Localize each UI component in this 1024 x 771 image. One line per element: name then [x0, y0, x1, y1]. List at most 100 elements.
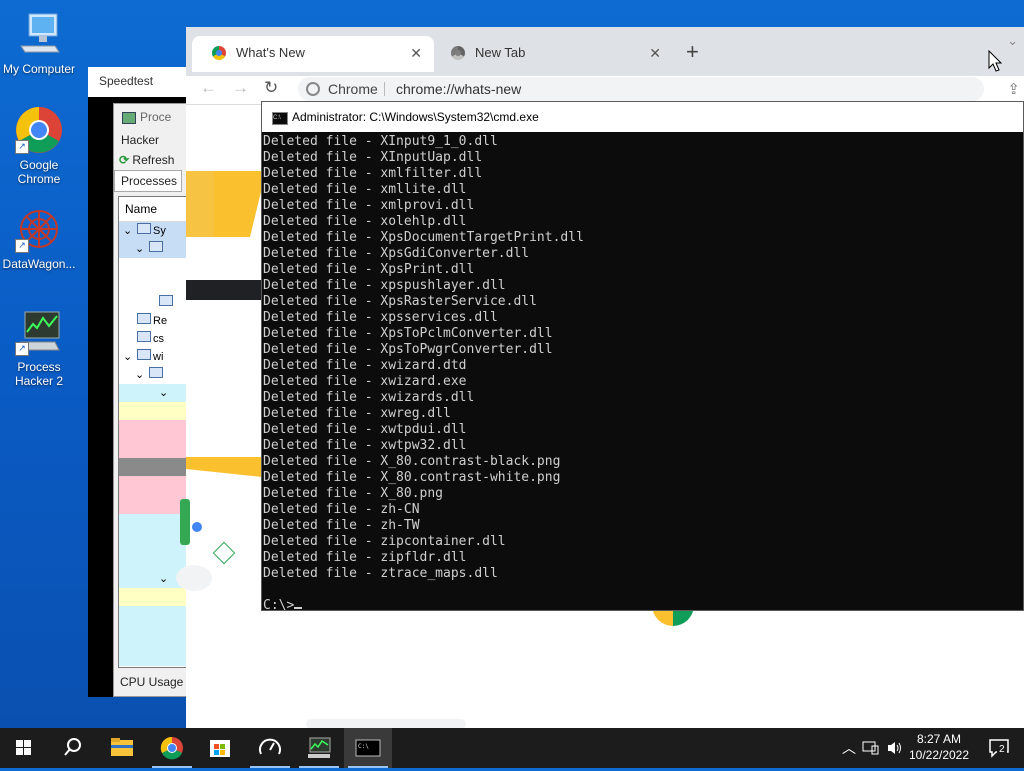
process-icon	[149, 241, 163, 252]
cmd-output[interactable]: Deleted file - XInput9_1_0.dll Deleted fi…	[262, 132, 1023, 598]
omnibox-separator	[384, 82, 385, 96]
desktop-icon-my-computer[interactable]: My Computer	[0, 10, 78, 76]
table-row[interactable]: ⌄	[119, 240, 190, 258]
file-explorer-icon	[111, 738, 133, 756]
notification-center-button[interactable]: 2	[988, 738, 1010, 758]
taskbar-speedtest[interactable]	[246, 728, 294, 768]
share-icon[interactable]: ⇪	[1007, 80, 1020, 98]
table-row[interactable]	[119, 588, 190, 606]
chevron-down-icon[interactable]: ⌄	[135, 366, 144, 384]
process-hacker-window[interactable]: Proce Hacker ⟳ Refresh Processes Name ⌄ …	[113, 103, 191, 697]
shortcut-arrow-icon: ↗	[15, 342, 29, 356]
cmd-output-line: Deleted file - zh-CN	[263, 502, 420, 517]
chevron-down-icon[interactable]: ⌄	[159, 384, 168, 402]
start-button[interactable]	[0, 728, 48, 768]
show-hidden-icons-chevron-icon[interactable]: ︿	[842, 738, 856, 758]
cmd-output-line: Deleted file - zh-TW	[263, 518, 420, 533]
cmd-prompt-line[interactable]: C:\>	[262, 598, 1023, 614]
cmd-output-line: Deleted file - zipfldr.dll	[263, 550, 467, 565]
cmd-output-line: Deleted file - xmlprovi.dll	[263, 198, 475, 213]
table-row[interactable]	[119, 402, 190, 420]
new-tab-button[interactable]: +	[686, 39, 699, 65]
store-icon	[210, 740, 230, 757]
chevron-down-icon[interactable]: ⌄	[123, 348, 132, 366]
table-row[interactable]: ⌄	[119, 366, 190, 384]
datawagon-icon: ↗	[15, 205, 63, 253]
cmd-output-line: Deleted file - xwizard.exe	[263, 374, 467, 389]
blue-dot	[192, 522, 202, 532]
tab-label: New Tab	[475, 45, 526, 60]
chevron-down-icon[interactable]: ⌄	[135, 240, 144, 258]
cmd-output-line: Deleted file - XpsToPwgrConverter.dll	[263, 342, 553, 357]
taskbar-store[interactable]	[196, 728, 244, 768]
refresh-label: Refresh	[132, 153, 175, 167]
column-header-name[interactable]: Name	[119, 197, 190, 222]
table-row[interactable]: ⌄ Sy	[119, 222, 190, 240]
process-hacker-title: Proce	[140, 110, 172, 124]
taskbar-file-explorer[interactable]	[98, 728, 146, 768]
table-row[interactable]: ⌄	[119, 384, 190, 402]
taskbar: C:\ ︿ 8:27 AM 10/22/2022 2	[0, 728, 1024, 768]
desktop-icon-google-chrome[interactable]: ↗ Google Chrome	[0, 106, 78, 186]
speedtest-icon	[259, 738, 281, 755]
chevron-down-icon[interactable]: ⌄	[123, 222, 132, 240]
cmd-output-line: Deleted file - xmllite.dll	[263, 182, 467, 197]
process-hacker-small-icon	[122, 111, 136, 124]
close-tab-icon[interactable]: ✕	[410, 36, 422, 70]
tab-strip: What's New ✕ New Tab ✕ + ⌄	[186, 27, 1024, 76]
table-row[interactable]	[119, 420, 190, 458]
svg-text:C:\: C:\	[358, 743, 369, 750]
cmd-icon: C:\	[355, 739, 381, 757]
table-row[interactable]: cs	[119, 330, 190, 348]
refresh-button[interactable]: ⟳ Refresh	[114, 150, 189, 170]
speedtest-title: Speedtest	[88, 67, 188, 97]
table-row[interactable]: ⌄ wi	[119, 348, 190, 366]
taskbar-chrome[interactable]	[148, 728, 196, 768]
volume-icon[interactable]	[886, 740, 904, 756]
table-row[interactable]	[119, 458, 190, 476]
cmd-output-line: Deleted file - XpsDocumentTargetPrint.dl…	[263, 230, 584, 245]
cmd-output-line: Deleted file - xwizards.dll	[263, 390, 475, 405]
desktop-icon-datawagon[interactable]: ↗ DataWagon...	[0, 205, 78, 271]
taskbar-process-hacker[interactable]	[295, 728, 343, 768]
taskbar-cmd[interactable]: C:\	[344, 728, 392, 768]
search-button[interactable]	[48, 728, 96, 768]
desktop-icon-label: Process Hacker 2	[14, 360, 64, 388]
computer-icon	[15, 10, 63, 58]
refresh-icon: ⟳	[119, 153, 130, 167]
menu-hacker[interactable]: Hacker	[114, 130, 189, 150]
table-row[interactable]	[119, 294, 190, 312]
tab-whats-new[interactable]: What's New ✕	[192, 36, 434, 72]
desktop-icon-process-hacker[interactable]: ↗ Process Hacker 2	[0, 308, 78, 388]
close-tab-icon[interactable]: ✕	[649, 36, 661, 70]
forward-arrow-icon[interactable]: →	[232, 78, 249, 98]
chevron-down-icon[interactable]: ⌄	[159, 570, 168, 588]
cmd-window[interactable]: C:\ Administrator: C:\Windows\System32\c…	[261, 101, 1024, 614]
cmd-output-line: Deleted file - ztrace_maps.dll	[263, 566, 498, 581]
shortcut-arrow-icon: ↗	[15, 140, 29, 154]
process-hacker-titlebar: Proce	[114, 104, 189, 130]
reload-icon[interactable]: ↻	[264, 78, 278, 98]
network-icon[interactable]	[862, 740, 880, 756]
cmd-prompt: C:\>	[263, 598, 295, 613]
banner-yellow-strip	[186, 457, 262, 477]
tab-processes[interactable]: Processes	[114, 170, 182, 192]
clock-date: 10/22/2022	[908, 748, 970, 762]
cmd-titlebar[interactable]: C:\ Administrator: C:\Windows\System32\c…	[262, 102, 1023, 132]
table-row[interactable]	[119, 606, 190, 666]
diamond-outline	[212, 541, 236, 565]
table-row[interactable]	[119, 258, 190, 294]
tab-new-tab[interactable]: New Tab ✕	[431, 36, 673, 72]
start-icon	[16, 740, 31, 755]
search-icon	[64, 738, 81, 756]
process-list[interactable]: Name ⌄ Sy ⌄ Re cs ⌄ wi ⌄ ⌄ ⌄	[118, 196, 191, 668]
table-row[interactable]: Re	[119, 312, 190, 330]
tab-search-chevron-icon[interactable]: ⌄	[1007, 33, 1018, 49]
chrome-icon: ↗	[15, 106, 63, 154]
address-bar[interactable]: Chrome chrome://whats-new	[298, 77, 984, 101]
url-text[interactable]: chrome://whats-new	[396, 77, 521, 101]
desktop-icon-label: DataWagon...	[2, 257, 76, 271]
clock[interactable]: 8:27 AM 10/22/2022	[904, 731, 974, 763]
text-cursor	[294, 607, 303, 609]
back-arrow-icon[interactable]: ←	[200, 78, 217, 98]
